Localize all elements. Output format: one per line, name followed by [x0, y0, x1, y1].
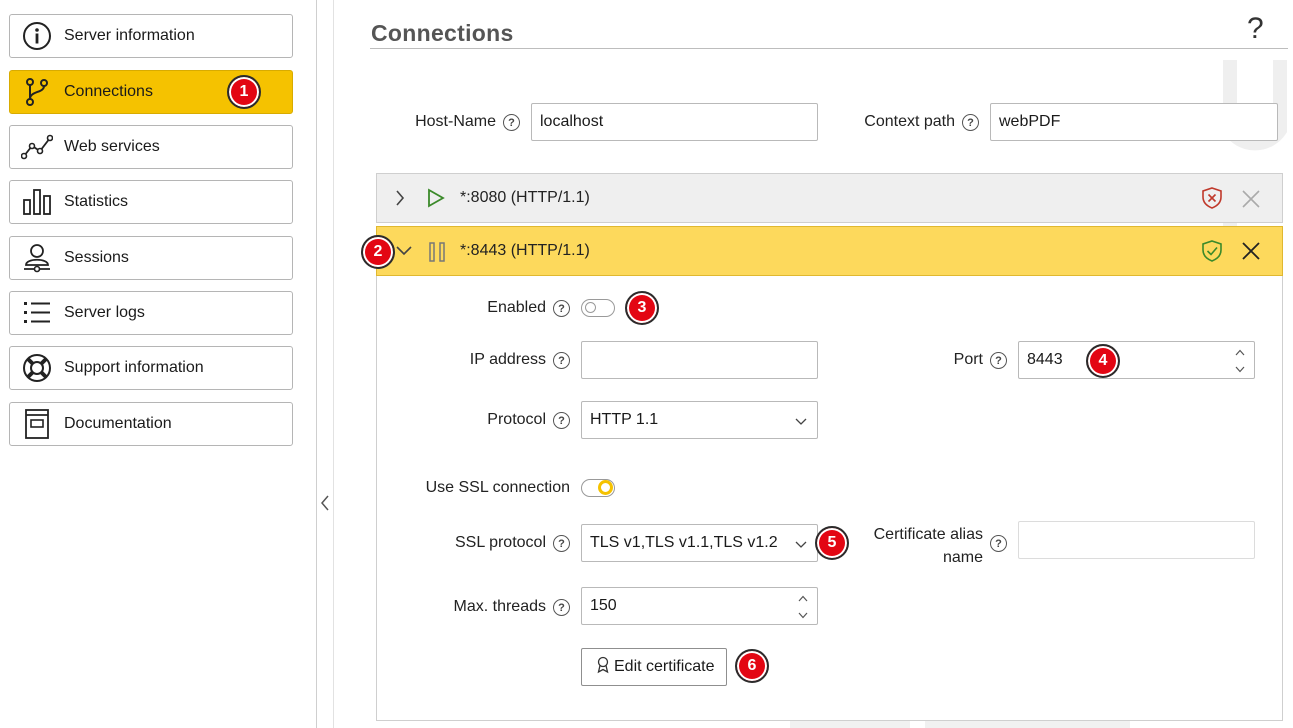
decrement-icon[interactable]	[797, 609, 809, 621]
help-icon[interactable]: ?	[1247, 12, 1264, 46]
page-title: Connections	[371, 20, 514, 46]
graph-icon	[10, 126, 64, 168]
sidebar-item-label: Connections	[64, 83, 153, 100]
protocol-select[interactable]: HTTP 1.1	[581, 401, 818, 439]
ssl-protocol-label: SSL protocol	[454, 534, 546, 551]
chevron-down-icon[interactable]	[395, 244, 413, 261]
certificate-icon	[596, 656, 610, 679]
connection-title: *:8443 (HTTP/1.1)	[460, 242, 590, 259]
help-icon[interactable]: ?	[553, 599, 570, 616]
max-threads-label: Max. threads	[453, 598, 546, 615]
annotation-badge-6: 6	[735, 649, 769, 683]
background-watermark	[790, 720, 1130, 728]
use-ssl-toggle[interactable]	[581, 479, 615, 497]
ip-address-field[interactable]	[581, 341, 818, 379]
annotation-badge-1: 1	[227, 75, 261, 109]
enabled-label: Enabled	[487, 299, 546, 316]
delete-connection-icon[interactable]	[1241, 241, 1261, 265]
help-icon[interactable]: ?	[553, 352, 570, 369]
sidebar-item-support-information[interactable]: Support information	[9, 346, 293, 390]
certificate-alias-label: Certificate alias name	[860, 523, 983, 569]
sidebar-item-documentation[interactable]: Documentation	[9, 402, 293, 446]
chevron-down-icon	[795, 413, 807, 431]
annotation-badge-3: 3	[625, 291, 659, 325]
ssl-protocol-value: TLS v1,TLS v1.1,TLS v1.2	[590, 534, 778, 551]
ip-address-label: IP address	[469, 351, 546, 368]
pause-icon[interactable]	[428, 241, 446, 267]
sidebar: Server information Connections Web servi…	[0, 0, 316, 728]
increment-icon[interactable]	[797, 592, 809, 604]
enabled-toggle[interactable]	[581, 299, 615, 317]
protocol-label: Protocol	[487, 411, 546, 428]
sidebar-item-label: Server logs	[64, 304, 145, 321]
host-name-label: Host-Name	[415, 113, 496, 130]
port-value: 8443	[1027, 351, 1063, 368]
toggle-knob	[598, 480, 613, 495]
increment-icon[interactable]	[1234, 346, 1246, 358]
edit-certificate-button[interactable]: Edit certificate	[581, 648, 728, 686]
help-icon[interactable]: ?	[990, 535, 1007, 552]
use-ssl-label: Use SSL connection	[425, 479, 570, 496]
book-icon	[10, 403, 64, 445]
connection-row-8080[interactable]: *:8080 (HTTP/1.1)	[376, 173, 1283, 223]
sidebar-item-label: Web services	[64, 138, 160, 155]
protocol-value: HTTP 1.1	[590, 411, 659, 428]
title-divider	[370, 48, 1288, 49]
annotation-badge-2: 2	[361, 235, 395, 269]
help-icon[interactable]: ?	[503, 114, 520, 131]
annotation-badge-5: 5	[815, 526, 849, 560]
sidebar-item-statistics[interactable]: Statistics	[9, 180, 293, 224]
sidebar-item-label: Statistics	[64, 193, 129, 210]
branch-icon	[10, 71, 64, 113]
shield-check-icon	[1201, 239, 1223, 267]
shield-error-icon	[1201, 186, 1223, 214]
context-path-label: Context path	[864, 113, 955, 130]
certificate-alias-field[interactable]	[1018, 521, 1255, 559]
user-session-icon	[10, 237, 64, 279]
port-stepper[interactable]: 8443	[1018, 341, 1255, 379]
list-icon	[10, 292, 64, 334]
sidebar-splitter[interactable]	[316, 0, 334, 728]
help-icon[interactable]: ?	[553, 412, 570, 429]
annotation-badge-4: 4	[1086, 344, 1120, 378]
bar-chart-icon	[10, 181, 64, 223]
host-name-field[interactable]: localhost	[531, 103, 818, 141]
sidebar-item-label: Sessions	[64, 249, 129, 266]
certificate-alias-label-line2: name	[942, 549, 983, 566]
sidebar-item-label: Support information	[64, 359, 204, 376]
help-icon[interactable]: ?	[553, 535, 570, 552]
certificate-alias-label-line1: Certificate alias	[873, 526, 983, 543]
info-icon	[10, 15, 64, 57]
sidebar-item-sessions[interactable]: Sessions	[9, 236, 293, 280]
sidebar-item-label: Documentation	[64, 415, 172, 432]
chevron-right-icon[interactable]	[395, 189, 405, 211]
chevron-down-icon	[795, 536, 807, 554]
toggle-knob	[585, 302, 596, 313]
help-icon[interactable]: ?	[990, 352, 1007, 369]
sidebar-item-label: Server information	[64, 27, 195, 44]
play-icon[interactable]	[427, 188, 445, 212]
ssl-protocol-select[interactable]: TLS v1,TLS v1.1,TLS v1.2	[581, 524, 818, 562]
help-icon[interactable]: ?	[962, 114, 979, 131]
edit-certificate-label: Edit certificate	[614, 658, 715, 675]
collapse-sidebar-icon[interactable]	[318, 492, 332, 514]
port-label: Port	[953, 351, 983, 368]
max-threads-value: 150	[590, 597, 617, 614]
max-threads-stepper[interactable]: 150	[581, 587, 818, 625]
lifebuoy-icon	[10, 347, 64, 389]
sidebar-item-server-logs[interactable]: Server logs	[9, 291, 293, 335]
delete-connection-icon[interactable]	[1241, 189, 1261, 213]
help-icon[interactable]: ?	[553, 300, 570, 317]
decrement-icon[interactable]	[1234, 363, 1246, 375]
connection-row-8443[interactable]: *:8443 (HTTP/1.1)	[376, 226, 1283, 276]
connection-title: *:8080 (HTTP/1.1)	[460, 189, 590, 206]
context-path-field[interactable]: webPDF	[990, 103, 1278, 141]
sidebar-item-web-services[interactable]: Web services	[9, 125, 293, 169]
sidebar-item-server-information[interactable]: Server information	[9, 14, 293, 58]
